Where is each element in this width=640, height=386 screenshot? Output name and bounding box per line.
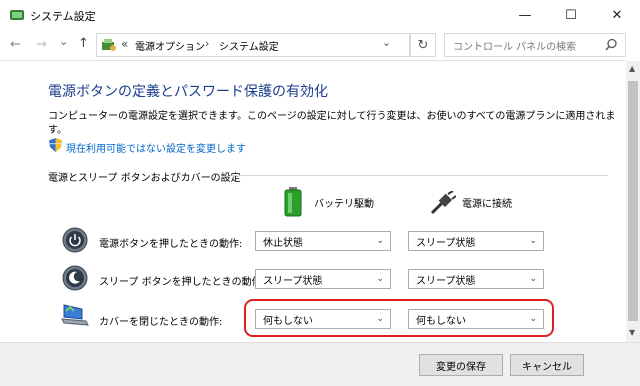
breadcrumb-chevron-icon: › <box>205 37 210 50</box>
scroll-up-icon[interactable]: ▲ <box>629 64 635 73</box>
section-divider <box>232 175 608 176</box>
window-title: システム設定 <box>30 10 96 23</box>
chevron-down-icon: ⌄ <box>529 274 537 284</box>
select-value: スリープ状態 <box>416 237 476 249</box>
page-description-line2: す。 <box>48 125 67 136</box>
lid-close-label: カバーを閉じたときの動作: <box>99 317 223 328</box>
recent-locations-icon[interactable]: ⌄ <box>59 35 68 48</box>
battery-icon <box>284 187 302 217</box>
breadcrumb-power-options[interactable]: 電源オプション <box>135 38 205 53</box>
power-button-battery-select[interactable]: 休止状態 ⌄ <box>255 231 391 251</box>
select-value: スリープ状態 <box>263 275 323 287</box>
select-value: スリープ状態 <box>416 275 476 287</box>
breadcrumb-system-settings[interactable]: システム設定 <box>219 38 279 53</box>
minimize-button[interactable]: — <box>502 0 548 30</box>
search-icon[interactable] <box>605 38 618 51</box>
search-placeholder: コントロール パネルの検索 <box>453 42 577 53</box>
vertical-scrollbar[interactable]: ▲ ▼ <box>626 61 640 342</box>
laptop-lid-icon <box>61 304 89 326</box>
power-plug-icon <box>430 191 456 215</box>
back-arrow-icon[interactable]: ← <box>10 37 21 52</box>
chevron-down-icon: ⌄ <box>376 274 384 284</box>
app-icon <box>10 10 24 20</box>
select-value: 休止状態 <box>263 237 303 249</box>
cancel-button[interactable]: キャンセル <box>510 354 584 376</box>
sleep-button-icon <box>62 265 88 291</box>
scroll-down-icon[interactable]: ▼ <box>629 328 635 337</box>
address-bar[interactable]: « 電源オプション › システム設定 ⌄ <box>96 33 410 57</box>
forward-arrow-icon[interactable]: → <box>36 37 47 52</box>
refresh-icon[interactable]: ↻ <box>410 33 436 57</box>
page-description-line1: コンピューターの電源設定を選択できます。このページの設定に対して行う変更は、お使… <box>48 111 616 122</box>
title-bar: システム設定 — ☐ ✕ <box>0 0 640 30</box>
breadcrumb-overflow-icon[interactable]: « <box>121 37 128 51</box>
power-button-label: 電源ボタンを押したときの動作: <box>99 239 243 250</box>
column-battery-label: バッテリ駆動 <box>314 199 374 210</box>
content-area: 電源ボタンの定義とパスワード保護の有効化 コンピューターの電源設定を選択できます… <box>0 60 626 343</box>
power-button-icon <box>62 227 88 253</box>
maximize-button[interactable]: ☐ <box>548 0 594 30</box>
search-input[interactable]: コントロール パネルの検索 <box>444 33 626 57</box>
sleep-button-label: スリープ ボタンを押したときの動作: <box>99 277 265 288</box>
chevron-down-icon: ⌄ <box>376 236 384 246</box>
footer-bar: 変更の保存 キャンセル <box>0 342 640 386</box>
save-changes-button[interactable]: 変更の保存 <box>419 354 503 376</box>
change-unavailable-settings-link[interactable]: 現在利用可能ではない設定を変更します <box>66 140 246 155</box>
page-title: 電源ボタンの定義とパスワード保護の有効化 <box>48 84 328 100</box>
sleep-button-plugged-select[interactable]: スリープ状態 ⌄ <box>408 269 544 289</box>
control-panel-icon <box>102 39 116 51</box>
power-button-plugged-select[interactable]: スリープ状態 ⌄ <box>408 231 544 251</box>
close-button[interactable]: ✕ <box>594 0 640 30</box>
section-title: 電源とスリープ ボタンおよびカバーの設定 <box>48 173 241 184</box>
chevron-down-icon: ⌄ <box>529 236 537 246</box>
uac-shield-icon <box>49 138 62 152</box>
up-arrow-icon[interactable]: ↑ <box>78 36 89 51</box>
address-dropdown-icon[interactable]: ⌄ <box>382 36 391 49</box>
sleep-button-battery-select[interactable]: スリープ状態 ⌄ <box>255 269 391 289</box>
highlight-annotation <box>244 299 554 337</box>
column-plugged-label: 電源に接続 <box>462 199 512 210</box>
scrollbar-thumb[interactable] <box>628 81 638 321</box>
